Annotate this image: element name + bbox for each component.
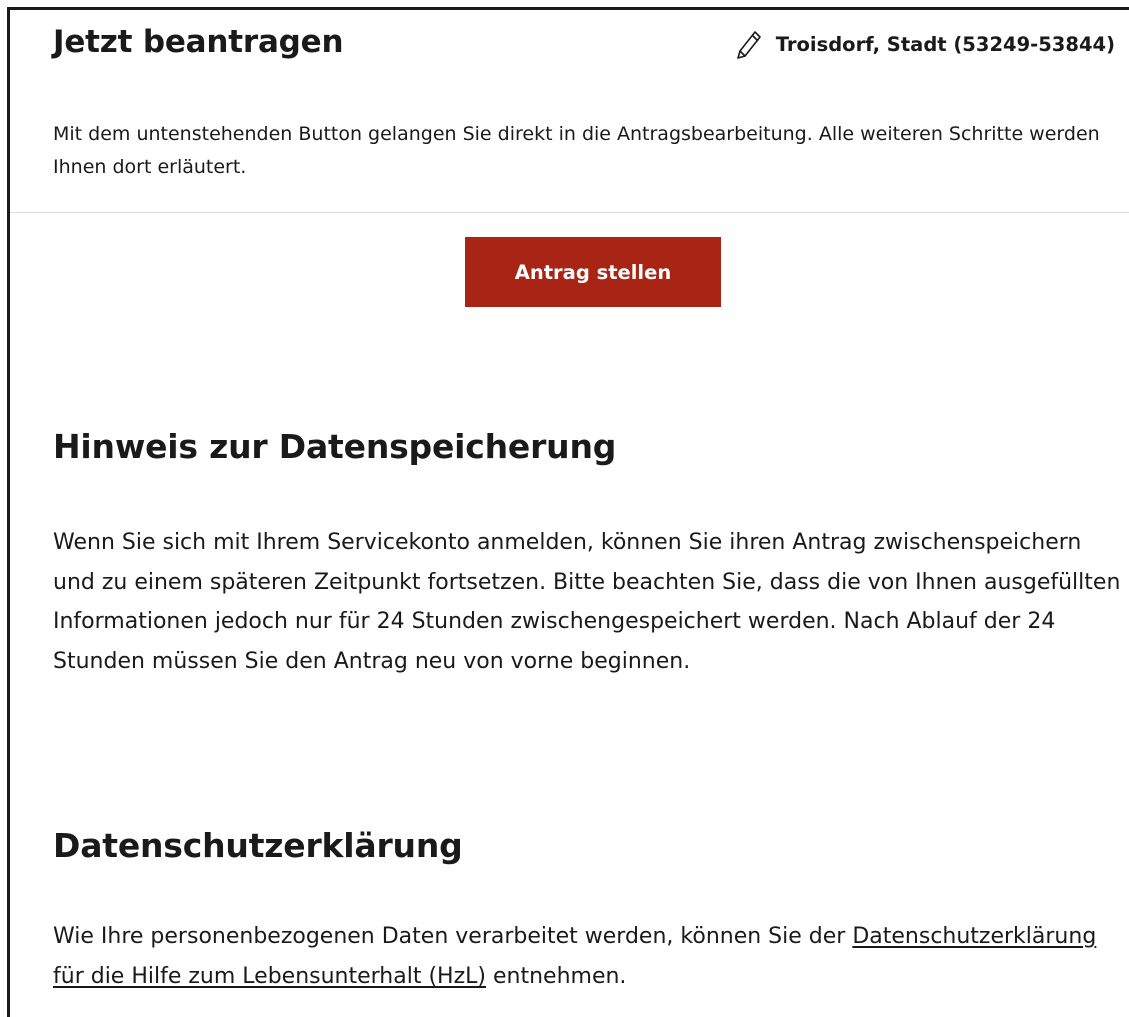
intro-text: Mit dem untenstehenden Button gelangen S… [53,123,1100,178]
card-title: Jetzt beantragen [53,24,344,60]
location-label[interactable]: Troisdorf, Stadt (53249-53844) [776,30,1115,60]
apply-button[interactable]: Antrag stellen [465,237,721,307]
storage-notice-title: Hinweis zur Datenspeicherung [53,427,617,466]
location-selector[interactable]: Troisdorf, Stadt (53249-53844) [736,30,1115,60]
privacy-text-before: Wie Ihre personenbezogenen Daten verarbe… [53,924,846,949]
card-header: Jetzt beantragen Troisdorf, Stadt (53249… [0,0,1129,70]
pencil-icon[interactable] [736,30,762,60]
privacy-title: Datenschutzerklärung [53,826,463,865]
privacy-text: Wie Ihre personenbezogenen Daten verarbe… [53,917,1123,996]
storage-notice-text: Wenn Sie sich mit Ihrem Servicekonto anm… [53,530,1121,674]
divider [10,212,1129,213]
privacy-text-after: entnehmen. [492,963,627,989]
